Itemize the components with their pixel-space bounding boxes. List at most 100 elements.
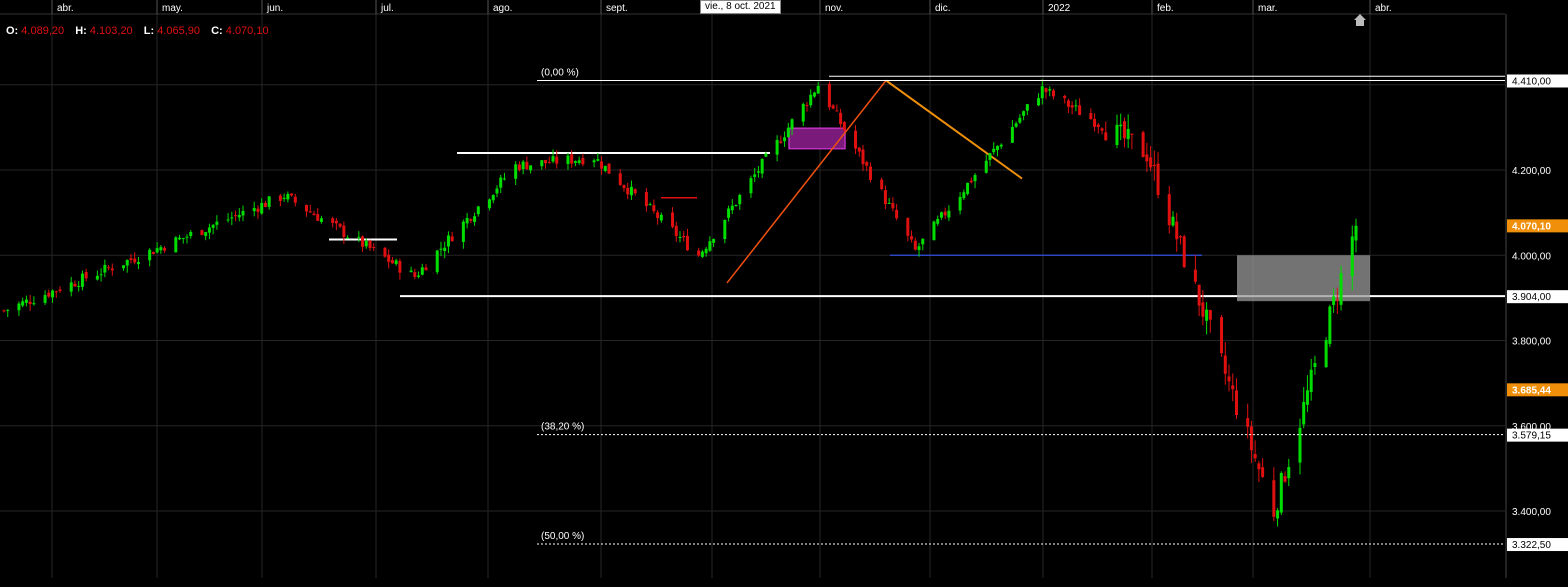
candle-body bbox=[334, 220, 338, 224]
candle-body bbox=[58, 289, 62, 292]
candle-body bbox=[1249, 426, 1253, 451]
candle-body bbox=[723, 220, 727, 240]
candle-body bbox=[234, 215, 238, 217]
candle-body bbox=[816, 85, 820, 94]
candle-body bbox=[136, 262, 140, 265]
y-tick-label: 4.000,00 bbox=[1512, 251, 1551, 262]
candle-body bbox=[133, 258, 137, 263]
candle-body bbox=[286, 193, 290, 200]
candlestick-chart[interactable]: abr. may. jun. jul. ago. sept. nov. dic. 2022 feb… bbox=[0, 0, 1568, 582]
candle-body bbox=[473, 216, 477, 222]
candle-body bbox=[525, 161, 529, 170]
candle-body bbox=[394, 260, 398, 265]
candle-body bbox=[1126, 128, 1130, 140]
candle-body bbox=[1287, 467, 1291, 479]
candle-body bbox=[573, 161, 577, 163]
candle-body bbox=[1302, 401, 1306, 425]
candle-body bbox=[1093, 118, 1097, 127]
candle-body bbox=[756, 171, 760, 173]
candle-body bbox=[939, 212, 943, 218]
candle-body bbox=[495, 188, 499, 194]
candle-body bbox=[189, 231, 193, 237]
candle-body bbox=[988, 153, 992, 160]
candle-body bbox=[24, 299, 28, 303]
candle-body bbox=[230, 217, 234, 219]
candle-body bbox=[1014, 123, 1018, 127]
x-tick-label: jul. bbox=[380, 3, 394, 14]
candle-body bbox=[1313, 363, 1317, 368]
candle-body bbox=[1078, 105, 1082, 116]
candle-body bbox=[801, 104, 805, 122]
candle-body bbox=[263, 202, 267, 207]
candle-body bbox=[730, 205, 734, 211]
candle-body bbox=[211, 224, 215, 228]
candle-body bbox=[1018, 117, 1022, 123]
candle-body bbox=[958, 196, 962, 211]
candle-body bbox=[1096, 124, 1100, 127]
candle-body bbox=[398, 261, 402, 273]
candle-body bbox=[226, 219, 230, 221]
range-box bbox=[1237, 255, 1370, 302]
candle-body bbox=[1063, 95, 1067, 99]
y-tick-label: 3.800,00 bbox=[1512, 337, 1551, 348]
candle-body bbox=[603, 165, 607, 171]
candle-body bbox=[368, 240, 372, 249]
candle-body bbox=[1100, 128, 1104, 131]
candle-body bbox=[626, 187, 630, 195]
candle-body bbox=[883, 190, 887, 205]
candle-body bbox=[652, 205, 656, 212]
candle-body bbox=[1115, 124, 1119, 145]
candle-body bbox=[1037, 98, 1041, 106]
candle-body bbox=[1298, 427, 1302, 463]
candle-body bbox=[237, 215, 241, 218]
candle-body bbox=[1231, 385, 1235, 390]
candle-body bbox=[342, 225, 346, 237]
candle-body bbox=[727, 208, 731, 218]
candle-body bbox=[984, 160, 988, 173]
candle-body bbox=[570, 154, 574, 164]
candle-body bbox=[738, 195, 742, 205]
fibonacci-label: (38,20 %) bbox=[541, 422, 584, 433]
candle-body bbox=[1350, 236, 1354, 277]
candle-body bbox=[671, 212, 675, 227]
candle-body bbox=[932, 221, 936, 241]
candle-body bbox=[357, 236, 361, 238]
candle-body bbox=[387, 254, 391, 262]
low-label: L: bbox=[143, 25, 155, 37]
candle-body bbox=[390, 260, 394, 264]
candle-body bbox=[581, 157, 585, 165]
candle-body bbox=[775, 139, 779, 155]
candle-body bbox=[786, 127, 790, 138]
candle-body bbox=[51, 290, 55, 298]
candle-body bbox=[1220, 317, 1224, 354]
candle-body bbox=[644, 192, 648, 207]
candle-body bbox=[260, 203, 264, 214]
y-tick-label: 3.400,00 bbox=[1512, 507, 1551, 518]
candle-body bbox=[1305, 390, 1309, 405]
candle-body bbox=[809, 94, 813, 106]
candle-body bbox=[779, 141, 783, 143]
candle-body bbox=[80, 273, 84, 287]
candle-body bbox=[420, 267, 424, 275]
candle-body bbox=[383, 247, 387, 257]
y-tick-label: 4.200,00 bbox=[1512, 166, 1551, 177]
x-tick-label: mar. bbox=[1258, 3, 1277, 14]
candle-body bbox=[200, 230, 204, 235]
candle-body bbox=[1234, 390, 1238, 415]
candle-body bbox=[54, 291, 58, 293]
candle-body bbox=[28, 301, 32, 304]
candle-body bbox=[1145, 154, 1149, 162]
candle-body bbox=[1149, 157, 1153, 168]
candle-body bbox=[2, 310, 6, 312]
candle-body bbox=[290, 193, 294, 196]
candle-body bbox=[1339, 273, 1343, 305]
candle-body bbox=[831, 105, 835, 109]
candle-body bbox=[1178, 236, 1182, 238]
candle-body bbox=[917, 246, 921, 250]
candle-body bbox=[159, 247, 163, 251]
home-icon[interactable] bbox=[1353, 13, 1367, 27]
chart-canvas[interactable]: abr. may. jun. jul. ago. sept. nov. dic. 2022 feb… bbox=[0, 0, 1568, 582]
candle-body bbox=[312, 213, 316, 216]
candle-body bbox=[857, 147, 861, 152]
candle-body bbox=[125, 259, 129, 266]
